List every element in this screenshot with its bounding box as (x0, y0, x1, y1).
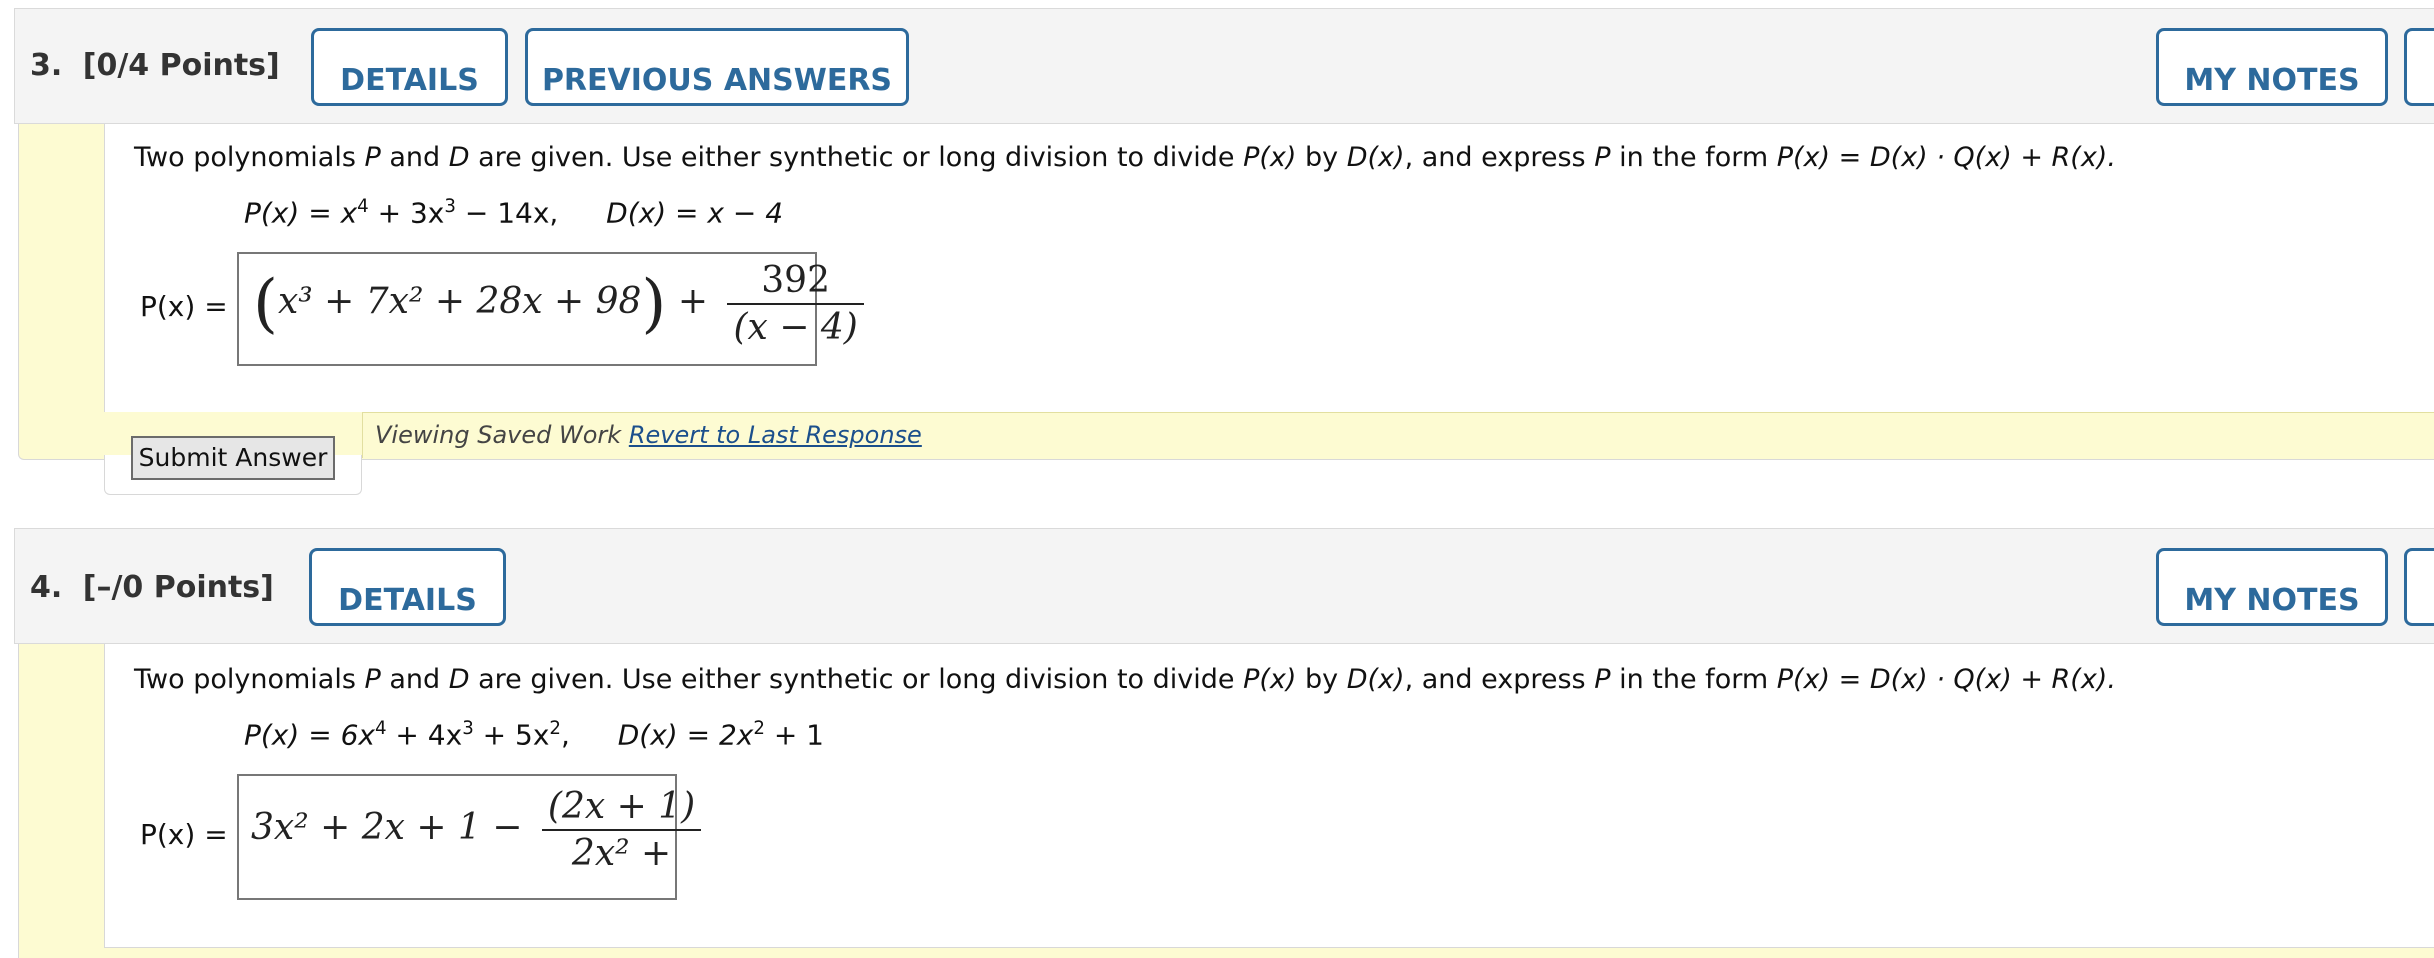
question-prompt: Two polynomials P and D are given. Use e… (134, 664, 2116, 695)
answer-label: P(x) = (140, 290, 228, 323)
previous-answers-button[interactable]: PREVIOUS ANSWERS (525, 28, 909, 106)
question-4-title: 4. [–/0 Points] (30, 570, 274, 605)
submit-answer-button[interactable]: Submit Answer (131, 436, 335, 480)
answer-label: P(x) = (140, 818, 228, 851)
question-number: 4. (30, 570, 63, 605)
given-polynomials: P(x) = 6x4 + 4x3 + 5x2, D(x) = 2x2 + 1 (244, 718, 824, 752)
question-points: [0/4 Points] (82, 48, 280, 83)
answer-quotient: x³ + 7x² + 28x + 98 (277, 281, 642, 322)
remainder-fraction: (2x + 1) 2x² + (541, 786, 702, 874)
details-button[interactable]: DETAILS (309, 548, 506, 626)
revert-link[interactable]: Revert to Last Response (629, 421, 922, 449)
given-polynomials: P(x) = x4 + 3x3 − 14x, D(x) = x − 4 (244, 196, 784, 230)
saved-work-notice: Viewing Saved Work Revert to Last Respon… (362, 412, 2434, 458)
answer-input[interactable]: 3x² + 2x + 1 − (2x + 1) 2x² + (237, 774, 702, 900)
my-notes-button[interactable]: MY NOTES (2156, 28, 2388, 106)
remainder-fraction: 392 (x − 4) (727, 260, 864, 348)
answer-quotient: 3x² + 2x + 1 − (251, 807, 523, 848)
question-number: 3. (30, 48, 63, 83)
question-prompt: Two polynomials P and D are given. Use e… (134, 142, 2116, 173)
overflow-button[interactable] (2404, 28, 2434, 106)
question-3-title: 3. [0/4 Points] (30, 48, 280, 83)
my-notes-button[interactable]: MY NOTES (2156, 548, 2388, 626)
details-button[interactable]: DETAILS (311, 28, 508, 106)
question-points: [–/0 Points] (82, 570, 274, 605)
overflow-button[interactable] (2404, 548, 2434, 626)
answer-input[interactable]: (x³ + 7x² + 28x + 98) + 392 (x − 4) (237, 252, 864, 366)
